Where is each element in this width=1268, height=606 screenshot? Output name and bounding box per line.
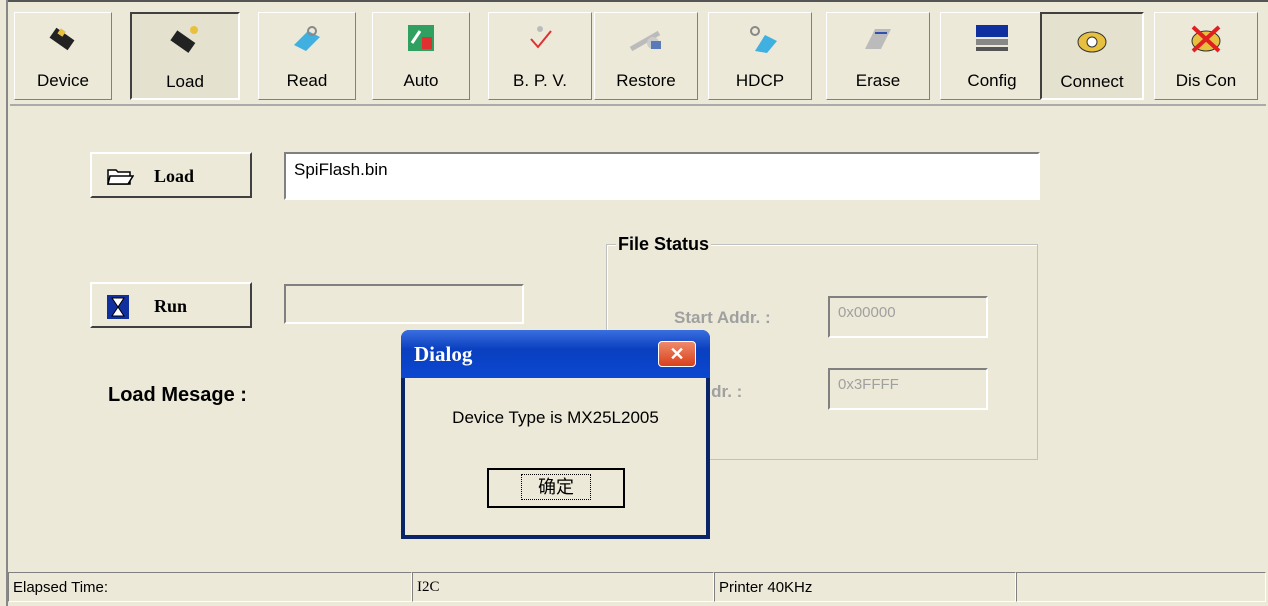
hdcp-icon (750, 26, 777, 53)
start-addr-field: 0x00000 (828, 296, 988, 338)
config-button[interactable]: Config (940, 12, 1044, 100)
window-left-border (6, 0, 8, 606)
connect-button[interactable]: Connect (1040, 12, 1144, 100)
chip-load-icon (170, 26, 198, 53)
status-bar: Elapsed Time: I2C Printer 40KHz (8, 568, 1268, 606)
end-addr-field: 0x3FFFF (828, 368, 988, 410)
config-icon (976, 25, 1008, 51)
hdcp-button[interactable]: HDCP (708, 12, 812, 100)
run-status-field (284, 284, 524, 324)
dialog-body: Device Type is MX25L2005 确定 (405, 378, 706, 535)
bus-cell: I2C (412, 572, 714, 602)
erase-button[interactable]: Erase (826, 12, 930, 100)
auto-button[interactable]: Auto (372, 12, 470, 100)
file-path-input[interactable]: SpiFlash.bin (284, 152, 1040, 200)
elapsed-time-cell: Elapsed Time: (8, 572, 412, 602)
ok-label: 确定 (521, 474, 591, 500)
run-button[interactable]: Run (90, 282, 252, 328)
folder-open-icon (107, 169, 134, 185)
checkmark-icon (530, 26, 552, 49)
printer-cell: Printer 40KHz (714, 572, 1016, 602)
file-status-title: File Status (616, 234, 712, 255)
eraser-icon (865, 29, 891, 49)
read-button[interactable]: Read (258, 12, 356, 100)
disconnect-icon (1191, 25, 1221, 53)
load-button[interactable]: Load (90, 152, 252, 198)
start-addr-label: Start Addr. : (674, 308, 771, 327)
load-message-label: Load Mesage : (108, 384, 247, 406)
auto-icon (408, 25, 434, 51)
load-tool-button[interactable]: Load (130, 12, 240, 100)
restore-button[interactable]: Restore (594, 12, 698, 100)
phone-icon (1077, 31, 1107, 53)
extra-status-cell (1016, 572, 1266, 602)
chip-icon (49, 27, 75, 51)
dialog-message: Device Type is MX25L2005 (452, 408, 659, 427)
device-button[interactable]: Device (14, 12, 112, 100)
window-top-border (6, 0, 1268, 2)
hourglass-icon (107, 295, 129, 319)
dialog-titlebar[interactable]: Dialog ✕ (401, 330, 710, 378)
read-icon (294, 26, 320, 51)
close-icon: ✕ (669, 344, 685, 364)
dialog-title: Dialog (414, 342, 473, 366)
device-type-dialog: Dialog ✕ Device Type is MX25L2005 确定 (401, 330, 710, 539)
disconnect-button[interactable]: Dis Con (1154, 12, 1258, 100)
restore-icon (629, 30, 661, 52)
main-window: Device Load Read Auto B. P. V. Restore H… (0, 0, 1268, 606)
bpv-button[interactable]: B. P. V. (488, 12, 592, 100)
close-button[interactable]: ✕ (658, 341, 696, 367)
ok-button[interactable]: 确定 (487, 468, 625, 508)
